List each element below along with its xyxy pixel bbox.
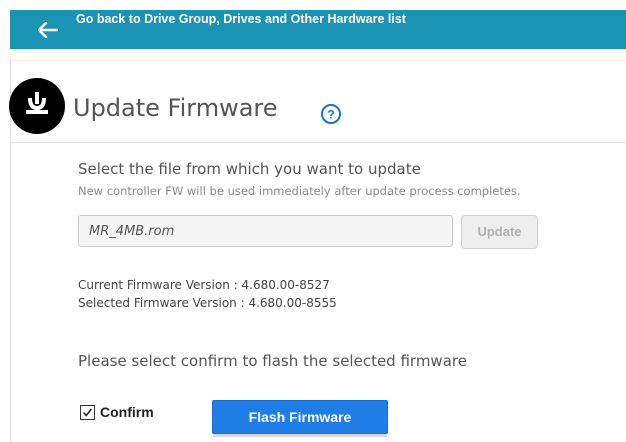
back-link[interactable]: Go back to Drive Group, Drives and Other… <box>76 0 406 39</box>
title-divider <box>10 142 626 143</box>
confirm-checkbox[interactable] <box>80 405 95 420</box>
flash-firmware-button[interactable]: Flash Firmware <box>212 400 388 437</box>
selected-firmware-version: Selected Firmware Version : 4.680.00-855… <box>78 296 337 310</box>
firmware-download-icon <box>9 78 65 134</box>
help-icon[interactable]: ? <box>320 103 342 125</box>
svg-text:?: ? <box>327 108 334 122</box>
confirm-checkbox-label[interactable]: Confirm <box>100 404 154 420</box>
confirm-prompt: Please select confirm to flash the selec… <box>78 352 467 370</box>
select-file-note: New controller FW will be used immediate… <box>78 184 521 198</box>
select-file-heading: Select the file from which you want to u… <box>78 160 421 178</box>
page-title: Update Firmware <box>73 94 278 122</box>
arrow-left-icon[interactable] <box>38 22 58 38</box>
firmware-file-input[interactable] <box>78 215 453 247</box>
current-firmware-version: Current Firmware Version : 4.680.00-8527 <box>78 278 330 292</box>
update-button[interactable]: Update <box>461 215 538 249</box>
